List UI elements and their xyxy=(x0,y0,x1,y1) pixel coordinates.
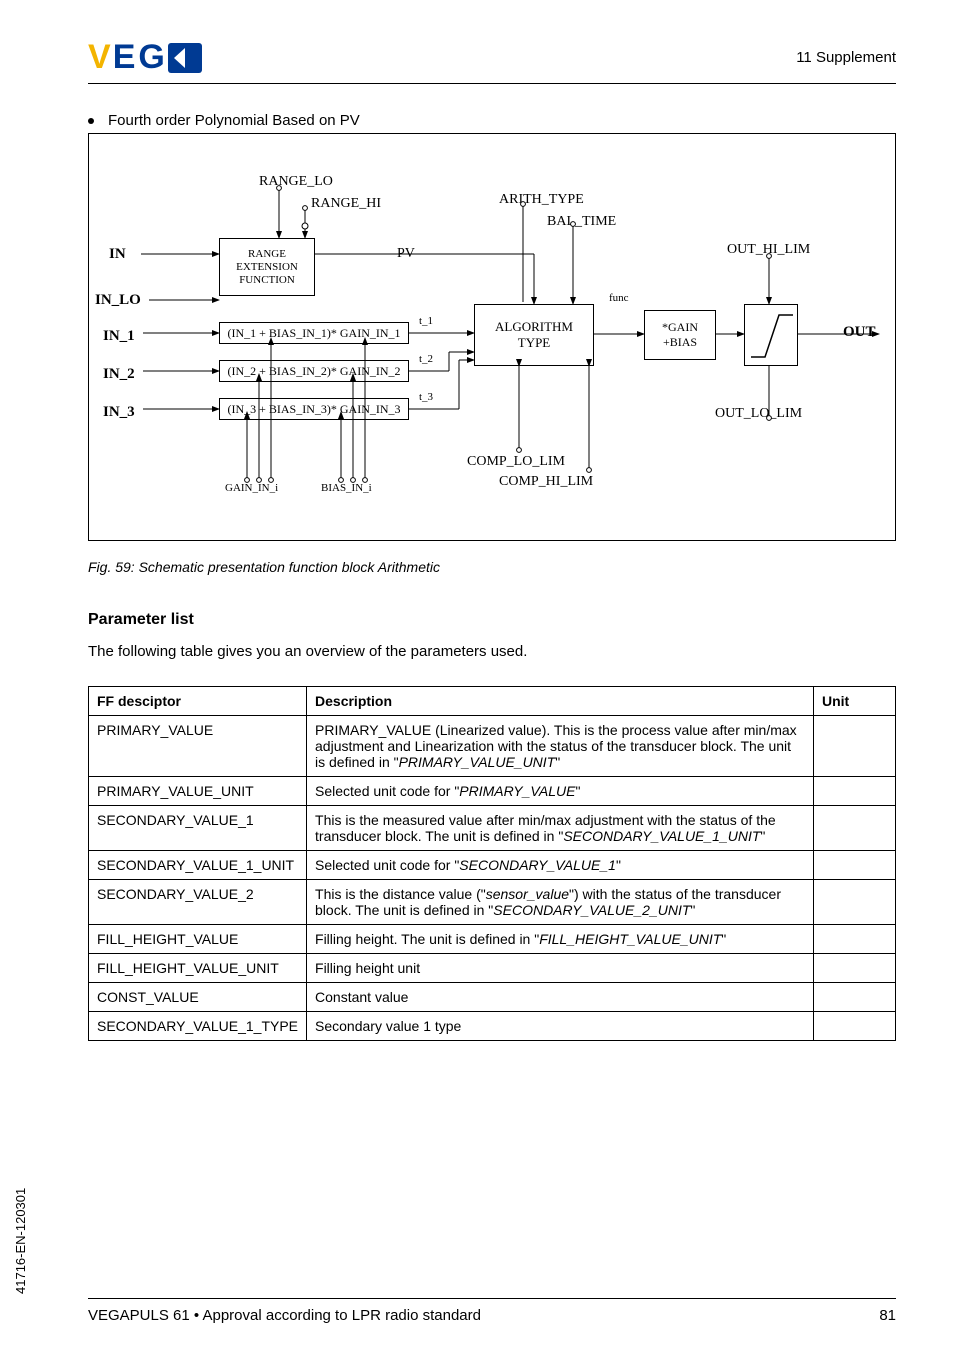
table-row: CONST_VALUE Constant value xyxy=(89,983,896,1012)
th-unit: Unit xyxy=(814,687,896,716)
footer-page-number: 81 xyxy=(879,1307,896,1324)
figure-caption: Fig. 59: Schematic presentation function… xyxy=(88,559,896,575)
cell-desc: PRIMARY_VALUE (Linearized value). This i… xyxy=(307,716,814,777)
cell-desc: This is the measured value after min/max… xyxy=(307,806,814,851)
bullet-text: Fourth order Polynomial Based on PV xyxy=(108,112,360,129)
cell-ff: SECONDARY_VALUE_1_TYPE xyxy=(89,1012,307,1041)
table-row: FILL_HEIGHT_VALUE Filling height. The un… xyxy=(89,925,896,954)
cell-unit xyxy=(814,1012,896,1041)
table-row: PRIMARY_VALUE PRIMARY_VALUE (Linearized … xyxy=(89,716,896,777)
table-row: SECONDARY_VALUE_2 This is the distance v… xyxy=(89,880,896,925)
section-heading: Parameter list xyxy=(88,611,896,629)
cell-desc: Constant value xyxy=(307,983,814,1012)
header-rule xyxy=(88,83,896,84)
cell-desc: Selected unit code for "PRIMARY_VALUE" xyxy=(307,777,814,806)
cell-ff: SECONDARY_VALUE_2 xyxy=(89,880,307,925)
header-section-title: 11 Supplement xyxy=(796,49,896,66)
cell-desc: Filling height unit xyxy=(307,954,814,983)
page-footer: VEGAPULS 61 • Approval according to LPR … xyxy=(88,1298,896,1324)
cell-ff: FILL_HEIGHT_VALUE_UNIT xyxy=(89,954,307,983)
cell-ff: PRIMARY_VALUE xyxy=(89,716,307,777)
table-row: SECONDARY_VALUE_1_TYPE Secondary value 1… xyxy=(89,1012,896,1041)
bullet-icon xyxy=(88,118,94,124)
parameter-table: FF desciptor Description Unit PRIMARY_VA… xyxy=(88,686,896,1041)
cell-unit xyxy=(814,716,896,777)
table-row: FILL_HEIGHT_VALUE_UNIT Filling height un… xyxy=(89,954,896,983)
cell-ff: CONST_VALUE xyxy=(89,983,307,1012)
th-ff: FF desciptor xyxy=(89,687,307,716)
cell-unit xyxy=(814,983,896,1012)
cell-unit xyxy=(814,806,896,851)
logo-mark-a xyxy=(168,43,202,73)
table-header-row: FF desciptor Description Unit xyxy=(89,687,896,716)
vega-logo: VEG xyxy=(88,38,202,77)
th-desc: Description xyxy=(307,687,814,716)
bullet-list-item: Fourth order Polynomial Based on PV xyxy=(88,112,896,129)
logo-mark-v: V xyxy=(88,38,109,77)
cell-unit xyxy=(814,880,896,925)
figure-arithmetic-block: IN IN_LO IN_1 IN_2 IN_3 RANGE_LO RANGE_H… xyxy=(88,133,896,541)
cell-desc: Secondary value 1 type xyxy=(307,1012,814,1041)
cell-ff: SECONDARY_VALUE_1_UNIT xyxy=(89,851,307,880)
cell-ff: SECONDARY_VALUE_1 xyxy=(89,806,307,851)
cell-ff: FILL_HEIGHT_VALUE xyxy=(89,925,307,954)
footer-rule xyxy=(88,1298,896,1299)
cell-unit xyxy=(814,851,896,880)
table-row: SECONDARY_VALUE_1_UNIT Selected unit cod… xyxy=(89,851,896,880)
cell-unit xyxy=(814,925,896,954)
cell-desc: Selected unit code for "SECONDARY_VALUE_… xyxy=(307,851,814,880)
section-intro: The following table gives you an overvie… xyxy=(88,643,896,660)
cell-unit xyxy=(814,777,896,806)
logo-mark-g: G xyxy=(138,38,163,77)
cell-desc: Filling height. The unit is defined in "… xyxy=(307,925,814,954)
cell-ff: PRIMARY_VALUE_UNIT xyxy=(89,777,307,806)
table-row: SECONDARY_VALUE_1 This is the measured v… xyxy=(89,806,896,851)
footer-text: VEGAPULS 61 • Approval according to LPR … xyxy=(88,1307,481,1324)
logo-mark-e: E xyxy=(113,38,135,77)
table-row: PRIMARY_VALUE_UNIT Selected unit code fo… xyxy=(89,777,896,806)
cell-desc: This is the distance value ("sensor_valu… xyxy=(307,880,814,925)
document-id-vertical: 41716-EN-120301 xyxy=(13,1188,28,1294)
page-header: VEG 11 Supplement xyxy=(88,38,896,77)
cell-unit xyxy=(814,954,896,983)
